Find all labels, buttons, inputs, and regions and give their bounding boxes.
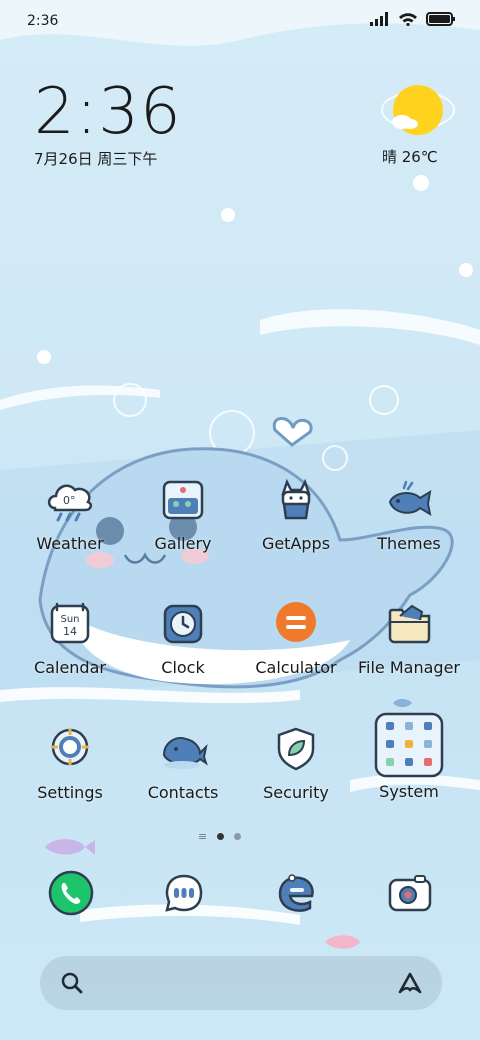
page-dot-active [217,833,225,840]
app-contacts[interactable]: Contacts [128,723,238,802]
themes-icon [388,480,432,517]
assistant-icon[interactable] [396,970,424,996]
search-icon [61,972,83,994]
app-folder-system[interactable]: System [354,712,464,801]
app-gallery[interactable]: Gallery [128,474,238,553]
app-label-security: Security [263,783,329,802]
status-icons [370,12,456,26]
app-security[interactable]: Security [241,723,351,802]
dock-browser[interactable] [270,866,324,920]
clock-icon [163,604,203,644]
dock-messages[interactable] [157,866,211,920]
signal-icon [370,12,388,26]
app-clock[interactable]: Clock [128,598,238,677]
wifi-icon [399,13,417,26]
app-settings[interactable]: Settings [15,723,125,802]
battery-icon [426,12,455,26]
browser-icon [278,874,314,912]
weather-widget[interactable] [378,82,458,146]
app-calculator[interactable]: Calculator [241,598,351,677]
app-label-system: System [379,782,439,801]
security-icon [277,727,315,771]
page-indicator: ≡ [198,830,242,843]
status-time: 2:36 [27,13,59,29]
camera-icon [388,875,432,912]
widget-date: 7月26日 周三下午 [34,150,158,168]
weather-icon-temp: 0° [63,494,76,507]
app-label-gallery: Gallery [154,534,212,553]
feed-indicator-icon: ≡ [198,830,208,843]
file-manager-icon [388,604,431,644]
app-label-settings: Settings [37,783,103,802]
page-dot [234,833,242,840]
phone-icon [48,870,94,916]
app-calendar[interactable]: Sun 14 Calendar [15,598,125,677]
weather-text: 晴 26℃ [382,148,438,166]
search-bar[interactable] [40,956,442,1010]
settings-icon [51,728,89,766]
getapps-icon [281,478,311,520]
dock-camera[interactable] [383,866,437,920]
app-label-clock: Clock [161,658,205,677]
app-label-weather: Weather [36,534,104,553]
messages-icon [165,874,203,912]
app-themes[interactable]: Themes [354,474,464,553]
sun-icon [381,85,455,135]
calculator-icon [276,602,316,642]
system-folder-icon [374,712,444,778]
status-bar: 2:36 [0,0,480,42]
contacts-icon [162,737,208,769]
dock-phone[interactable] [44,866,98,920]
clock-widget[interactable]: 2:36 7月26日 周三下午 [34,80,182,169]
app-label-file-manager: File Manager [358,658,460,677]
app-label-contacts: Contacts [147,783,219,802]
app-label-calculator: Calculator [255,658,337,677]
calendar-date: 14 [63,625,77,638]
app-getapps[interactable]: GetApps [241,474,351,553]
app-label-getapps: GetApps [261,534,331,553]
widget-time: 2:36 [34,75,182,149]
app-label-themes: Themes [377,534,441,553]
app-file-manager[interactable]: File Manager [354,598,464,677]
calendar-icon: Sun 14 [50,602,90,644]
weather-cloud-icon: 0° [47,484,93,522]
home-screen: 2:36 2:36 7月26日 周三下午 晴 26℃ 0° Weather Ga… [0,0,480,1040]
gallery-icon [162,480,204,520]
calendar-day: Sun [60,614,79,625]
app-weather[interactable]: 0° Weather [15,474,125,553]
app-label-calendar: Calendar [34,658,106,677]
